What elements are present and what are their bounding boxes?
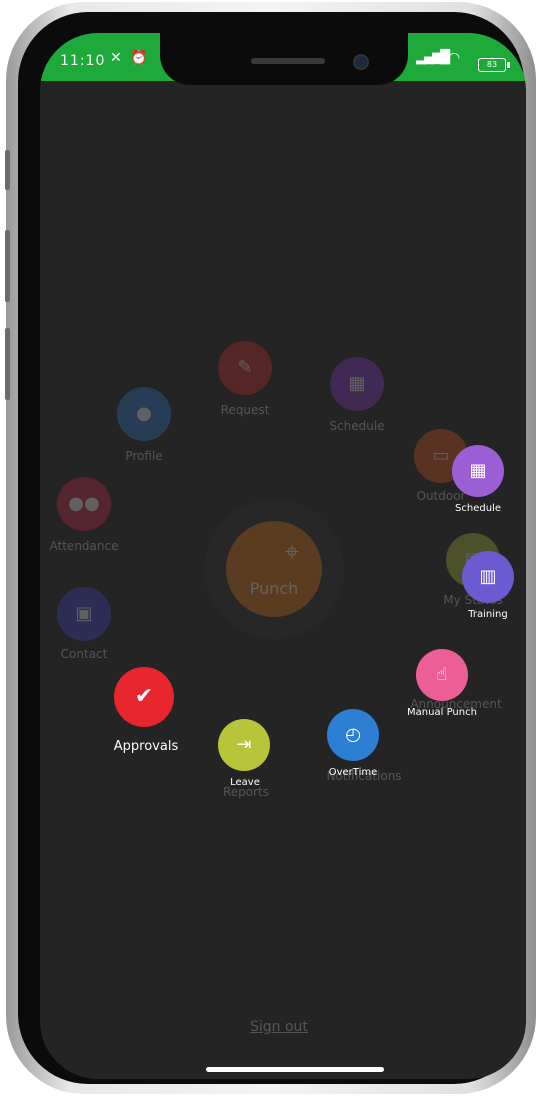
approvals-label: Approvals [113, 739, 179, 754]
punch-label: Punch [249, 579, 299, 598]
exit-icon: ⇥ [236, 734, 252, 755]
home-indicator[interactable] [206, 1067, 384, 1072]
attendance-button[interactable]: ●● [57, 477, 111, 531]
attendance-label: Attendance [49, 539, 119, 553]
manual-punch-label: Manual Punch [407, 707, 477, 718]
overtime-button[interactable]: ◴ [327, 709, 379, 761]
training-button[interactable]: ▥ [462, 551, 514, 603]
schedule-button[interactable]: ▦ [452, 445, 504, 497]
leave-button[interactable]: ⇥ [218, 719, 270, 771]
book-icon: ▥ [479, 566, 497, 587]
app-screen: 11:10 ✕ ⏰ ▂▄▆█ ◠ 83 ✎ Request ▦ Schedule… [40, 33, 526, 1079]
request-button[interactable]: ✎ [218, 341, 272, 395]
alarm-icon: ⏰ [130, 50, 148, 66]
notch [160, 33, 408, 85]
phone-bezel: 11:10 ✕ ⏰ ▂▄▆█ ◠ 83 ✎ Request ▦ Schedule… [18, 12, 526, 1084]
sign-out-link[interactable]: Sign out [250, 1019, 308, 1035]
training-label: Training [468, 609, 508, 620]
profile-button[interactable]: ● [117, 387, 171, 441]
user-icon: ● [136, 403, 152, 424]
approvals-button[interactable]: ✔ [114, 667, 174, 727]
profile-label: Profile [125, 449, 163, 463]
request-icon: ✎ [237, 357, 253, 378]
approve-edit-icon: ✔ [134, 684, 154, 709]
radial-menu: ✎ Request ▦ Schedule ● Profile ▭ Outdoor… [40, 81, 526, 1079]
manual-punch-button[interactable]: ☝ [416, 649, 468, 701]
status-time: 11:10 [60, 53, 106, 69]
volume-down-button [5, 328, 10, 400]
location-clock-icon: ⌖ [284, 537, 300, 567]
schedule-label-back: Schedule [329, 419, 385, 433]
briefcase-icon: ▭ [432, 445, 450, 466]
hand-tap-icon: ☝ [436, 664, 448, 685]
wifi-icon: ◠ [448, 50, 461, 66]
mute-switch [5, 150, 10, 190]
phone-frame: 11:10 ✕ ⏰ ▂▄▆█ ◠ 83 ✎ Request ▦ Schedule… [5, 2, 536, 1094]
outdoor-label: Outdoor [416, 489, 466, 503]
punch-button[interactable]: ⌖ Punch [226, 521, 322, 617]
schedule-button-back[interactable]: ▦ [330, 357, 384, 411]
calendar-icon: ▦ [348, 373, 366, 394]
contact-button[interactable]: ▣ [57, 587, 111, 641]
speaker [251, 58, 325, 64]
front-camera [353, 54, 369, 70]
contact-label: Contact [60, 647, 108, 661]
request-label: Request [220, 403, 270, 417]
user-clock-icon: ◴ [345, 724, 361, 745]
contact-book-icon: ▣ [75, 603, 93, 624]
schedule-label: Schedule [455, 503, 501, 514]
battery-icon: 83 [478, 58, 510, 72]
schedule-icon: ▦ [469, 460, 487, 481]
wifi-off-icon: ✕ [110, 50, 122, 66]
leave-label: Leave [230, 777, 260, 788]
group-icon: ●● [68, 493, 100, 514]
overtime-label: OverTime [328, 767, 378, 778]
volume-up-button [5, 230, 10, 302]
signal-icon: ▂▄▆█ [416, 50, 450, 65]
